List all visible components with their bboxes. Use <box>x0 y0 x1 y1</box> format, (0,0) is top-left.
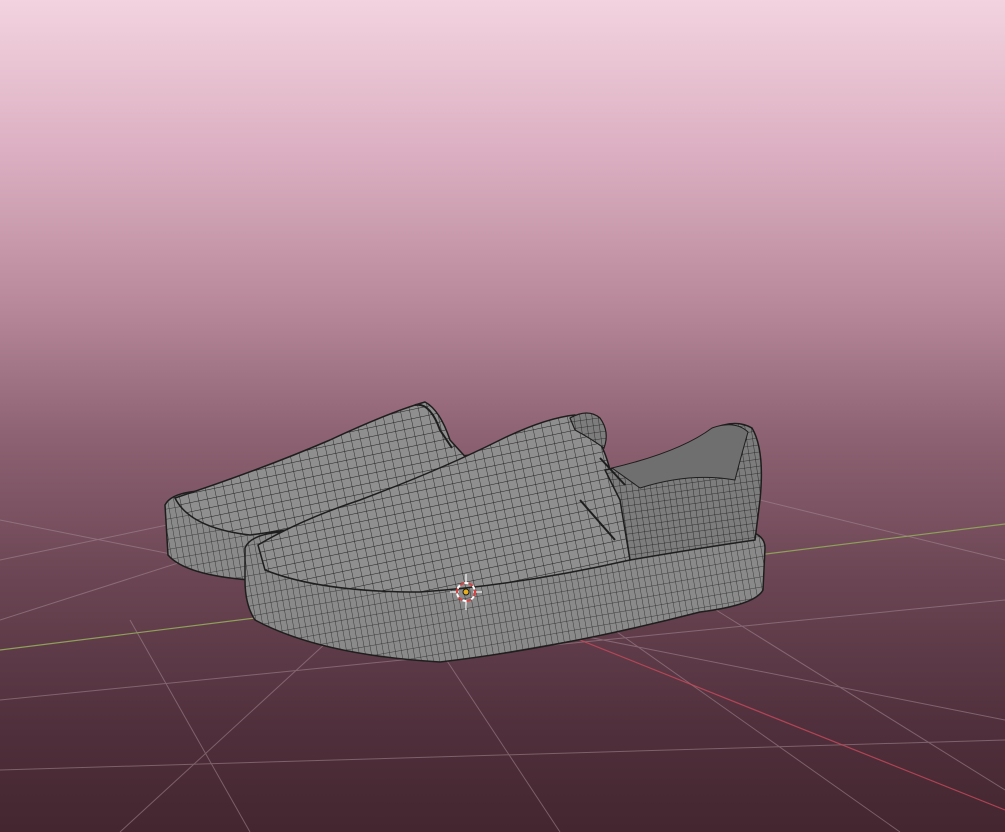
3d-viewport[interactable] <box>0 0 1005 832</box>
scene-canvas[interactable] <box>0 0 1005 832</box>
object-origin-icon <box>462 588 470 596</box>
right-shoe-heel-inner <box>610 424 749 489</box>
